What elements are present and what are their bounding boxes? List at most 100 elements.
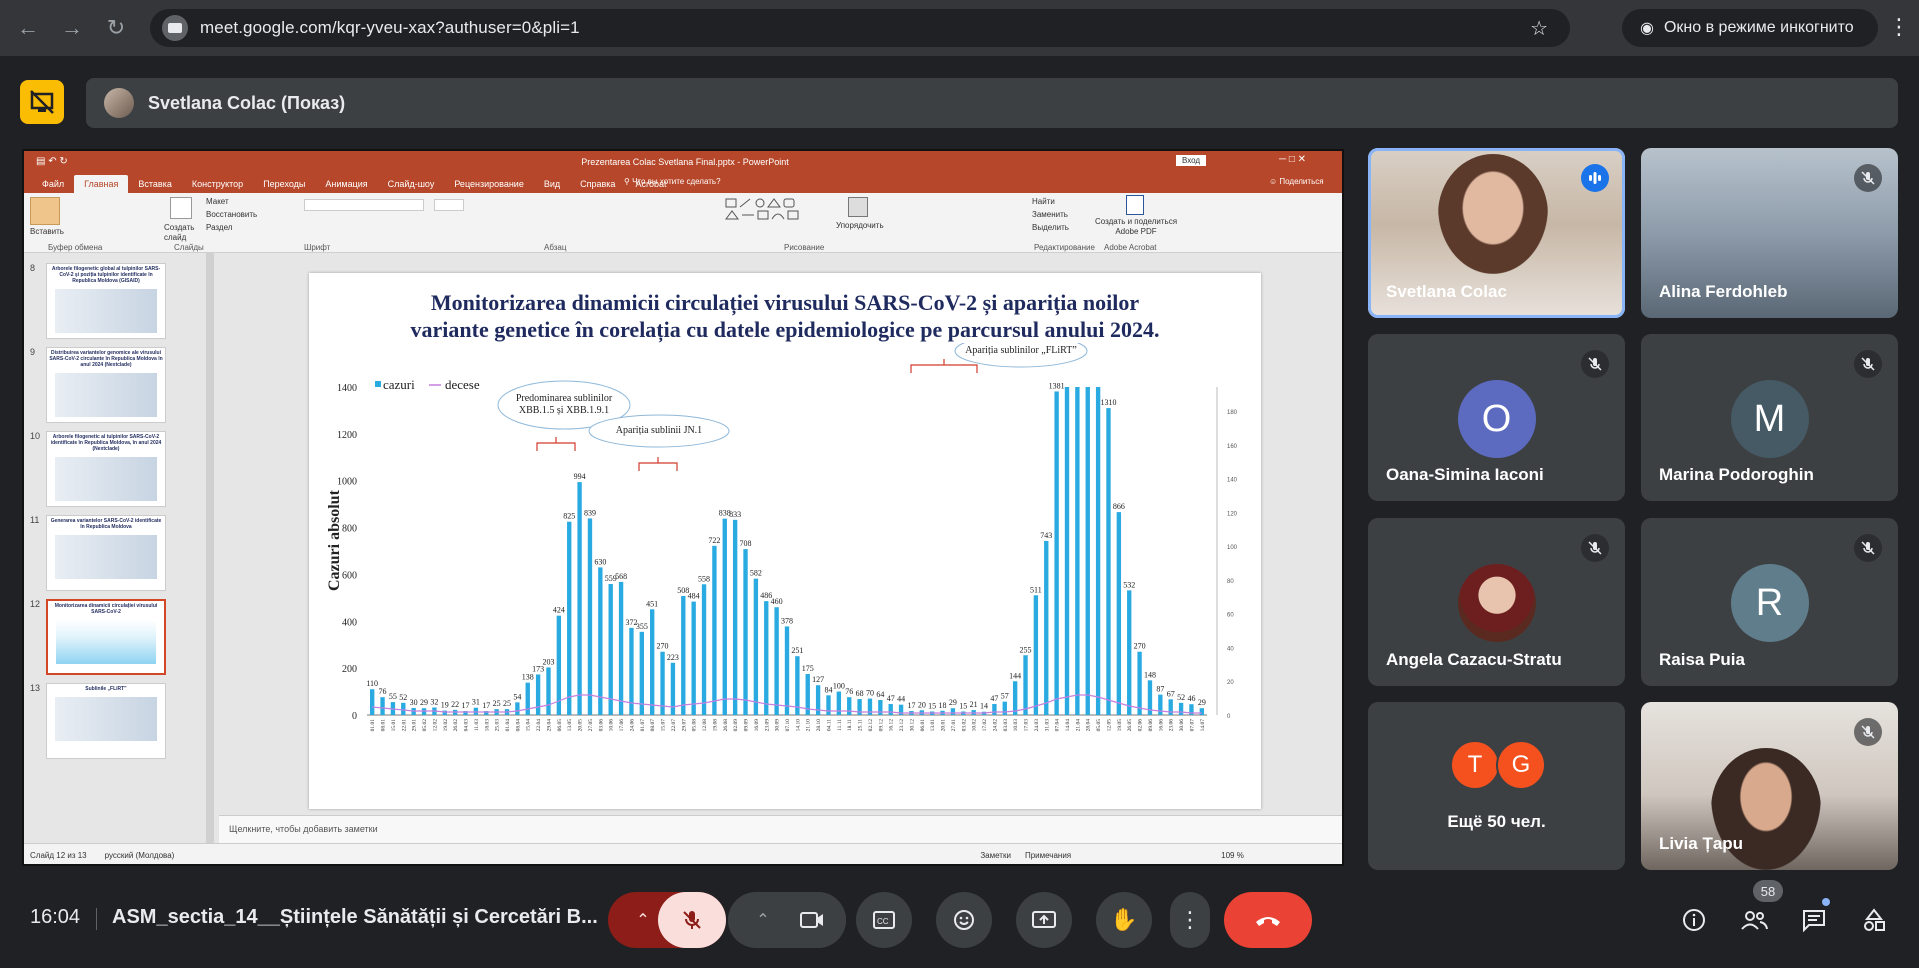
- url-text: meet.google.com/kqr-yveu-xax?authuser=0&…: [200, 18, 580, 37]
- x-tick-label: 04.11: [826, 719, 832, 731]
- meeting-info-button[interactable]: [1672, 898, 1716, 942]
- thumbnail-preview: [55, 373, 157, 417]
- thumbnail-title: Monitorizarea dinamicii circulației viru…: [54, 603, 158, 615]
- bar-cazuri: [992, 703, 997, 715]
- participant-tile[interactable]: Angela Cazacu-Stratu: [1368, 518, 1625, 686]
- mic-off-icon: [1854, 718, 1882, 746]
- mic-toggle-button[interactable]: [658, 892, 726, 948]
- bar-data-label: 558: [698, 574, 710, 583]
- browser-menu-icon[interactable]: ⋮: [1888, 14, 1910, 40]
- reload-icon[interactable]: ↻: [98, 10, 134, 46]
- bar-cazuri: [950, 708, 956, 715]
- chevron-up-icon: ⌃: [636, 912, 650, 929]
- presenter-name: Svetlana Colac (Показ): [148, 92, 346, 113]
- mic-off-icon: [1581, 350, 1609, 378]
- tell-me-box: ⚲ Что вы хотите сделать?: [624, 177, 721, 186]
- x-tick-label: 28.10: [816, 719, 822, 732]
- participant-name: Livia Țapu: [1659, 834, 1744, 853]
- slide-thumbnail: Arborele filogenetic global al tulpinilo…: [46, 263, 166, 339]
- forward-arrow-icon[interactable]: →: [54, 10, 90, 46]
- x-tick-label: 20.01: [941, 719, 947, 732]
- bar-data-label: 57: [1001, 692, 1009, 701]
- thumbnail-number: 11: [30, 515, 40, 525]
- bar-cazuri: [691, 601, 696, 715]
- address-bar[interactable]: meet.google.com/kqr-yveu-xax?authuser=0&…: [150, 9, 1570, 47]
- ppt-tab: Справка: [580, 179, 616, 189]
- replace-label: Заменить: [1032, 210, 1068, 219]
- x-tick-label: 12.05: [1106, 719, 1112, 732]
- activities-button[interactable]: [1852, 898, 1896, 942]
- x-tick-label: 07.07: [1189, 719, 1195, 732]
- bar-data-label: 46: [1187, 694, 1195, 703]
- x-tick-label: 05.02: [422, 719, 428, 732]
- chat-button[interactable]: [1792, 898, 1836, 942]
- thumbnail-scrollbar[interactable]: [206, 253, 214, 843]
- slide-thumbnail: Monitorizarea dinamicii circulației viru…: [46, 599, 166, 675]
- raise-hand-button[interactable]: ✋: [1096, 892, 1152, 948]
- camera-toggle-button[interactable]: [778, 892, 846, 948]
- x-tick-label: 30.12: [909, 719, 915, 732]
- x-tick-label: 08.01: [381, 719, 387, 732]
- bar-data-label: 144: [1009, 671, 1021, 680]
- emoji-icon: [954, 910, 974, 930]
- browser-toolbar: ← → ↻ meet.google.com/kqr-yveu-xax?authu…: [0, 0, 1919, 56]
- participant-avatar-letter: R: [1730, 564, 1809, 642]
- bookmark-star-icon[interactable]: ☆: [1530, 16, 1548, 41]
- bar-cazuri: [764, 601, 769, 715]
- presentation-icon[interactable]: [20, 80, 64, 124]
- x-tick-label: 17.06: [619, 719, 625, 732]
- bar-data-label: 484: [688, 592, 700, 601]
- more-options-button[interactable]: ⋮: [1170, 892, 1210, 948]
- participant-tile[interactable]: O Oana-Simina Iaconi: [1368, 334, 1625, 501]
- bar-cazuri: [473, 707, 479, 715]
- leave-call-button[interactable]: [1224, 892, 1312, 948]
- back-arrow-icon[interactable]: ←: [10, 10, 46, 46]
- present-screen-button[interactable]: [1016, 892, 1072, 948]
- emoji-button[interactable]: [936, 892, 992, 948]
- bar-data-label: 76: [845, 687, 853, 696]
- legend-decese: decese: [445, 377, 480, 392]
- people-button[interactable]: [1732, 898, 1776, 942]
- x-tick-label: 22.04: [536, 719, 542, 732]
- bar-data-label: 839: [584, 508, 596, 517]
- x-tick-label: 18.03: [484, 719, 490, 732]
- end-call-icon: [1256, 917, 1280, 926]
- raise-hand-icon: ✋: [1110, 907, 1138, 932]
- participant-name: Raisa Puia: [1659, 650, 1745, 669]
- bar-cazuri: [1158, 694, 1163, 715]
- ribbon-group-label: Шрифт: [304, 243, 331, 252]
- status-zoom: 109 %: [1221, 850, 1244, 860]
- bar-cazuri: [878, 700, 883, 715]
- bar-data-label: 29: [949, 698, 957, 707]
- ribbon-group-label: Редактирование: [1034, 243, 1095, 252]
- participant-tile[interactable]: Alina Ferdohleb: [1641, 148, 1898, 318]
- site-info-icon[interactable]: [162, 15, 188, 41]
- bar-data-label: 32: [430, 698, 438, 707]
- y-tick-label: 200: [342, 664, 357, 675]
- participant-name: Alina Ferdohleb: [1659, 282, 1788, 301]
- y-axis-label: Cazuri absolut: [326, 489, 343, 591]
- x-tick-label: 16.12: [889, 719, 895, 732]
- x-tick-label: 17.02: [982, 719, 988, 732]
- x-tick-label: 14.04: [1065, 719, 1071, 732]
- arrange-label: Упорядочить: [836, 221, 884, 230]
- x-tick-label: 06.05: [557, 719, 563, 732]
- participant-tile[interactable]: T G Ещё 50 чел.: [1368, 702, 1625, 870]
- bar-cazuri: [1106, 408, 1111, 715]
- participant-tile[interactable]: Svetlana Colac: [1368, 148, 1625, 318]
- bar-data-label: 833: [729, 510, 741, 519]
- slide-thumbnail: Distribuirea variantelor genomice ale vi…: [46, 347, 166, 423]
- participant-tile[interactable]: R Raisa Puia: [1641, 518, 1898, 686]
- participant-tile[interactable]: M Marina Podoroghin: [1641, 334, 1898, 501]
- slide-title-line2: variante genetice în corelația cu datele…: [410, 317, 1160, 342]
- x-tick-label: 31.03: [1044, 719, 1050, 732]
- captions-button[interactable]: CC: [856, 892, 912, 948]
- bar-cazuri: [1044, 540, 1049, 715]
- bar-data-label: 378: [781, 616, 793, 625]
- incognito-indicator[interactable]: ◉ Окно в режиме инкогнито: [1622, 9, 1878, 47]
- participant-tile[interactable]: Livia Țapu: [1641, 702, 1898, 870]
- bar-data-label: 203: [542, 657, 554, 666]
- slide-thumbnail: Arborele filogenetic al tulpinilor SARS-…: [46, 431, 166, 507]
- right-axis-tick: 160: [1227, 444, 1238, 450]
- right-axis-tick: 100: [1227, 545, 1238, 551]
